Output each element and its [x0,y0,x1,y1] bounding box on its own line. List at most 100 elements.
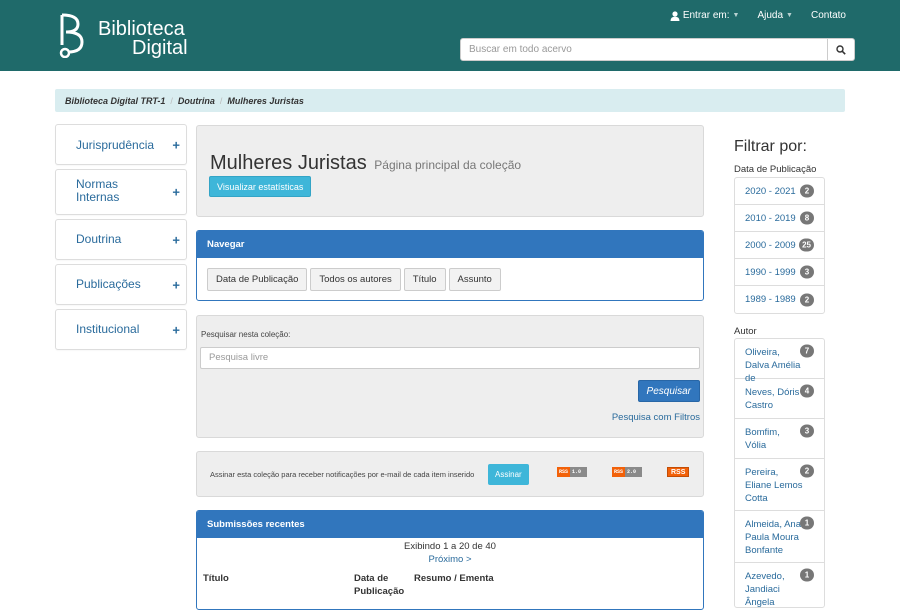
contact-link-label: Contato [810,10,846,21]
date-facet-list: 2020 - 2021 2 2010 - 2019 8 2000 - 2009 … [734,177,825,314]
rss-badge-label: RSS [557,467,571,477]
chevron-down-icon: ▼ [786,12,793,19]
facet-label: 2010 - 2019 [745,212,796,224]
browse-button-group: Data de Publicação Todos os autores Títu… [207,268,501,291]
subscribe-button[interactable]: Assinar [488,464,529,485]
count-badge: 8 [800,211,814,225]
facet-label: 2000 - 2009 [745,239,796,251]
next-page-link: Próximo > [197,554,703,565]
logo-b-icon [59,13,84,58]
logo-text-line2: Digital [132,37,188,59]
collection-search-panel: Pesquisar nesta coleção: Pesquisa livre … [196,315,704,438]
collection-header: Mulheres Juristas Página principal da co… [196,125,704,217]
sidebar-item-label: Jurisprudência [76,138,155,152]
recent-submissions-title: Submissões recentes [197,511,703,538]
count-badge: 3 [800,265,814,279]
subscribe-text: Assinar esta coleção para receber notifi… [210,470,475,479]
facet-label: Bomfim, Vólia [745,427,780,451]
sidebar-item-doutrina[interactable]: Doutrina + [55,219,187,260]
rss-1-0-feed-link[interactable]: RSS 1.0 [557,467,588,477]
site-logo[interactable]: Biblioteca Digital [56,12,196,60]
sidebar-item-label: Doutrina [76,232,122,246]
count-badge: 7 [800,344,814,358]
expand-plus-icon[interactable]: + [172,138,180,151]
collection-search-label: Pesquisar nesta coleção: [201,330,291,339]
top-nav: Entrar em: ▼ Ajuda ▼ Contato [670,10,846,21]
browse-by-author-button[interactable]: Todos os autores [310,268,401,291]
sidebar-item-normas-internas[interactable]: Normas Internas + [55,169,187,215]
column-header-date[interactable]: Data de Publicação [354,572,409,598]
breadcrumb-item-home[interactable]: Biblioteca Digital TRT-1 [65,96,165,106]
recent-submissions-panel: Submissões recentes Exibindo 1 a 20 de 4… [196,510,704,610]
facet-date-1989-1989[interactable]: 1989 - 1989 2 [735,286,824,313]
expand-plus-icon[interactable]: + [172,323,180,336]
top-header: Biblioteca Digital Entrar em: ▼ Ajuda ▼ … [0,0,900,71]
author-facet-label: Autor [734,326,757,337]
global-search-input[interactable] [460,38,828,61]
rss-2-0-feed-link[interactable]: RSS 2.0 [612,467,643,477]
expand-plus-icon[interactable]: + [172,278,180,291]
sidebar-item-label: Institucional [76,322,140,336]
sidebar-item-label: Publicações [76,277,141,291]
browse-by-subject-button[interactable]: Assunto [448,268,501,291]
facet-author-item[interactable]: Neves, Dóris Castro 4 [735,379,824,419]
breadcrumb-item-doutrina[interactable]: Doutrina [178,96,215,106]
facet-author-item[interactable]: Azevedo, Jandiaci Ângela 1 [735,563,824,607]
global-search-button[interactable] [828,38,855,61]
global-search [460,38,855,61]
chevron-down-icon: ▼ [732,12,740,19]
sidebar-item-institucional[interactable]: Institucional + [55,309,187,350]
column-header-abstract[interactable]: Resumo / Ementa [414,572,494,585]
subscribe-panel: Assinar esta coleção para receber notifi… [196,451,704,497]
collection-title: Mulheres Juristas [210,152,367,174]
facet-label: 2020 - 2021 [745,185,796,197]
date-facet-label: Data de Publicação [734,164,817,175]
count-badge: 2 [800,184,814,198]
next-page-link-label[interactable]: Próximo > [428,554,471,565]
sidebar-item-publicacoes[interactable]: Publicações + [55,264,187,305]
facet-date-1990-1999[interactable]: 1990 - 1999 3 [735,259,824,286]
filter-title: Filtrar por: [734,138,807,155]
rss-badge-version: 2.0 [625,467,643,477]
facet-author-item[interactable]: Bomfim, Vólia 3 [735,419,824,459]
browse-panel-title: Navegar [197,231,703,258]
facet-label: 1989 - 1989 [745,294,796,305]
breadcrumb-item-current: Mulheres Juristas [227,95,304,106]
facet-date-2000-2009[interactable]: 2000 - 2009 25 [735,232,824,259]
collection-search-input[interactable]: Pesquisa livre [200,347,700,369]
sidebar-menu: Jurisprudência + Normas Internas + Doutr… [55,124,187,354]
advanced-search-link[interactable]: Pesquisa com Filtros [612,412,700,423]
results-count: Exibindo 1 a 20 de 40 [404,541,496,552]
facet-label: 1990 - 1999 [745,266,796,278]
page-title: Mulheres Juristas Página principal da co… [210,152,521,175]
login-menu[interactable]: Entrar em: ▼ [670,10,740,21]
facet-label: Almeida, Ana Paula Moura Bonfante [745,519,801,556]
author-facet-list: Oliveira, Dalva Amélia de 7 Neves, Dóris… [734,338,825,608]
rss-feed-link[interactable]: RSS [667,467,690,477]
expand-plus-icon[interactable]: + [172,233,180,246]
facet-label: Pereira, Eliane Lemos Cotta [745,467,803,504]
expand-plus-icon[interactable]: + [172,186,180,199]
view-statistics-button[interactable]: Visualizar estatísticas [209,176,312,197]
browse-by-date-button[interactable]: Data de Publicação [207,268,308,291]
facet-author-item[interactable]: Almeida, Ana Paula Moura Bonfante 1 [735,511,824,563]
search-icon [836,44,846,55]
browse-by-title-button[interactable]: Título [403,268,446,291]
login-menu-label: Entrar em: [682,10,730,21]
sidebar-item-jurisprudencia[interactable]: Jurisprudência + [55,124,187,165]
facet-date-2010-2019[interactable]: 2010 - 2019 8 [735,205,824,232]
rss-badge-label: RSS [612,467,626,477]
column-header-title[interactable]: Título [203,572,229,585]
count-badge: 25 [799,238,814,252]
count-badge: 1 [800,568,814,582]
rss-badge-version: 1.0 [570,467,588,477]
help-menu[interactable]: Ajuda ▼ [757,10,793,21]
browse-panel: Navegar Data de Publicação Todos os auto… [196,230,704,301]
facet-author-item[interactable]: Pereira, Eliane Lemos Cotta 2 [735,459,824,511]
breadcrumb-separator: / [219,95,223,106]
facet-author-item[interactable]: Oliveira, Dalva Amélia de 7 [735,339,824,384]
collection-search-button[interactable]: Pesquisar [637,380,700,402]
contact-link[interactable]: Contato [811,10,846,21]
facet-date-2020-2021[interactable]: 2020 - 2021 2 [735,178,824,205]
help-menu-label: Ajuda [757,10,784,21]
